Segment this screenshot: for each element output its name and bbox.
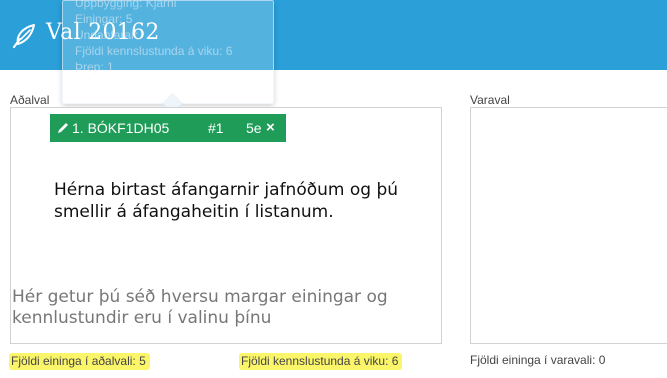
- main-units-count: Fjöldi eininga í aðalvali: 5: [9, 353, 150, 370]
- course-info-tooltip: Uppbygging: Kjarni Einingar: 5 Undanfara…: [62, 0, 274, 104]
- tooltip-lessons: Fjöldi kennslustunda á viku: 6: [75, 44, 233, 58]
- remove-course-icon[interactable]: ×: [266, 119, 275, 136]
- course-item[interactable]: 1. BÓKF1DH05 #1 5e ×: [50, 114, 286, 142]
- course-hint-annotation: Hérna birtast áfangarnir jafnóðum og þú …: [54, 180, 399, 222]
- tooltip-prerequisites: Undanfarar:: [75, 28, 139, 42]
- course-units: 5e: [246, 120, 262, 136]
- pencil-icon[interactable]: [56, 121, 70, 135]
- reserve-choice-label: Varaval: [470, 93, 510, 107]
- tooltip-units: Einingar: 5: [75, 12, 133, 26]
- course-number: #1: [208, 120, 224, 136]
- reserve-units-count: Fjöldi eininga í varavali: 0: [470, 353, 606, 367]
- totals-hint-annotation: Hér getur þú séð hversu margar einingar …: [12, 287, 388, 328]
- tooltip-structure: Uppbygging: Kjarni: [75, 0, 177, 10]
- course-code: 1. BÓKF1DH05: [72, 120, 170, 136]
- main-choice-label: Aðalval: [10, 93, 50, 107]
- reserve-choice-panel[interactable]: [470, 107, 667, 344]
- feather-icon: [12, 24, 35, 49]
- tooltip-level: Þrep: 1: [75, 60, 114, 74]
- lessons-per-week-count: Fjöldi kennslustunda á viku: 6: [239, 353, 403, 370]
